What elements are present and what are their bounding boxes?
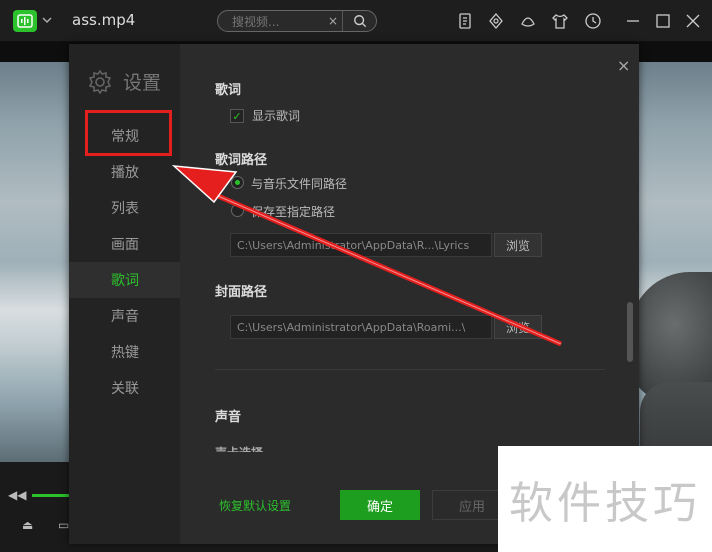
- nav-label: 热键: [111, 345, 139, 361]
- window-title: ass.mp4: [72, 11, 136, 29]
- show-lyrics-checkbox[interactable]: ✓: [230, 109, 244, 123]
- close-window-icon[interactable]: [684, 12, 702, 30]
- settings-scrollbar[interactable]: [627, 302, 633, 362]
- nav-item-lyrics[interactable]: 歌词: [69, 262, 180, 298]
- nav-label: 关联: [111, 381, 139, 397]
- settings-header: 设置: [87, 68, 161, 95]
- show-lyrics-label: 显示歌词: [252, 109, 301, 123]
- nav-item-association[interactable]: 关联: [69, 370, 180, 406]
- fullscreen-icon[interactable]: ▭: [58, 518, 69, 532]
- radio-custom-path-label: 保存至指定路径: [251, 205, 336, 219]
- search-input[interactable]: [232, 13, 332, 31]
- progress-bar[interactable]: [32, 494, 72, 497]
- eject-icon[interactable]: ⏏: [22, 518, 33, 532]
- nav-item-playback[interactable]: 播放: [69, 154, 180, 190]
- annotation-highlight-box: [85, 110, 172, 156]
- watermark: 软件技巧: [498, 446, 712, 552]
- nav-item-sound[interactable]: 声音: [69, 298, 180, 334]
- search-box[interactable]: ×: [217, 10, 377, 32]
- nav-label: 歌词: [111, 273, 139, 289]
- share-icon[interactable]: [487, 12, 505, 30]
- search-icon: [353, 15, 366, 28]
- radio-same-path[interactable]: [231, 176, 244, 189]
- section-divider: [215, 369, 605, 370]
- radio-same-path-label: 与音乐文件同路径: [251, 177, 348, 191]
- settings-title: 设置: [123, 72, 162, 94]
- maximize-icon[interactable]: [654, 12, 672, 30]
- minimize-icon[interactable]: [624, 12, 642, 30]
- shirt-icon[interactable]: [551, 12, 569, 30]
- nav-label: 播放: [111, 165, 139, 181]
- lyrics-path-title: 歌词路径: [215, 153, 268, 168]
- nav-label: 列表: [111, 201, 139, 217]
- cover-path-title: 封面路径: [215, 285, 268, 300]
- app-logo-icon[interactable]: [13, 10, 37, 32]
- sound-card-label: 声卡选择: [215, 444, 263, 452]
- nav-item-hotkeys[interactable]: 热键: [69, 334, 180, 370]
- nav-label: 声音: [111, 309, 139, 325]
- lyrics-browse-button[interactable]: 浏览: [494, 233, 542, 257]
- cover-path-field[interactable]: C:\Users\Administrator\AppData\Roami...\: [230, 315, 492, 339]
- gear-icon: [88, 69, 112, 94]
- clear-icon[interactable]: ×: [328, 14, 338, 28]
- volume-icon[interactable]: ◀◀: [8, 488, 26, 502]
- lyrics-section-title: 歌词: [215, 83, 242, 98]
- ok-button[interactable]: 确定: [340, 490, 420, 520]
- lyrics-path-field[interactable]: C:\Users\Administrator\AppData\R...\Lyri…: [230, 233, 492, 257]
- watermark-text: 软件技巧: [509, 478, 701, 529]
- sound-section-title: 声音: [215, 410, 242, 425]
- document-icon[interactable]: [456, 12, 474, 30]
- chevron-down-icon[interactable]: [41, 12, 53, 28]
- search-button[interactable]: [342, 11, 376, 31]
- nav-label: 画面: [111, 237, 139, 253]
- skin-icon[interactable]: [519, 12, 537, 30]
- nav-item-picture[interactable]: 画面: [69, 226, 180, 262]
- reset-defaults-link[interactable]: 恢复默认设置: [219, 497, 291, 514]
- radio-custom-path[interactable]: [231, 204, 244, 217]
- nav-item-list[interactable]: 列表: [69, 190, 180, 226]
- title-bar: ass.mp4 ×: [0, 0, 712, 42]
- cover-browse-button[interactable]: 浏览: [494, 315, 542, 339]
- clock-icon[interactable]: [584, 12, 602, 30]
